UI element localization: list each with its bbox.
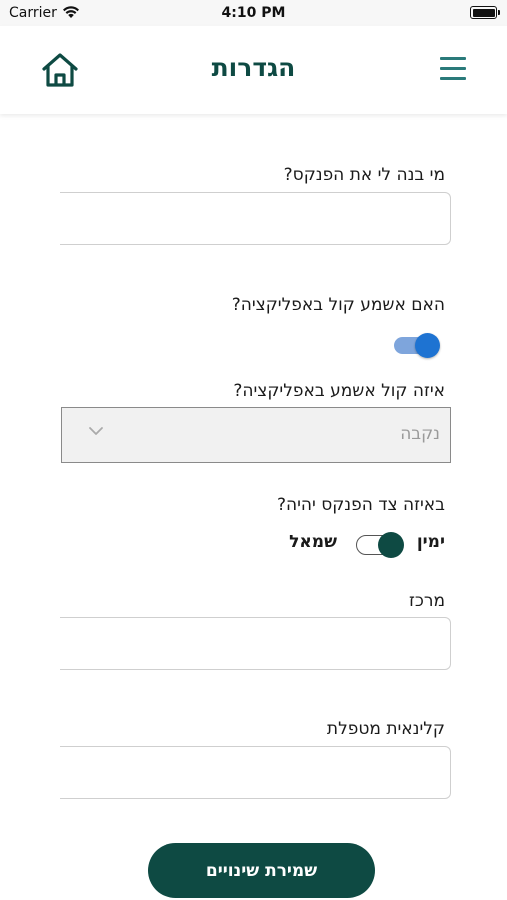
voice-select[interactable]: נקבה <box>61 407 451 463</box>
builder-input[interactable] <box>60 193 450 244</box>
side-toggle[interactable] <box>356 532 404 558</box>
clinician-field[interactable] <box>60 746 451 799</box>
sound-label: האם אשמע קול באפליקציה? <box>231 295 445 315</box>
status-time: 4:10 PM <box>221 5 286 21</box>
side-option-left[interactable]: שמאל <box>289 532 337 552</box>
app-header: הגדרות <box>0 26 507 114</box>
hamburger-menu-icon <box>440 57 466 60</box>
chevron-down-icon <box>89 427 103 435</box>
toggle-thumb <box>415 333 440 358</box>
side-label: באיזה צד הפנקס יהיה? <box>276 495 445 515</box>
toggle-thumb <box>378 532 404 558</box>
center-input[interactable] <box>60 618 450 669</box>
center-field[interactable] <box>60 617 451 670</box>
center-label: מרכז <box>408 591 445 611</box>
clinician-label: קלינאית מטפלת <box>326 719 445 739</box>
sound-toggle[interactable] <box>394 333 440 358</box>
side-option-right[interactable]: ימין <box>417 532 445 552</box>
menu-button[interactable] <box>436 53 470 83</box>
hamburger-line <box>440 67 466 70</box>
hamburger-line <box>440 77 466 80</box>
voice-selected-value: נקבה <box>400 424 440 444</box>
clinician-input[interactable] <box>60 747 450 798</box>
save-changes-button[interactable]: שמירת שינויים <box>148 843 375 898</box>
builder-label: מי בנה לי את הפנקס? <box>283 165 445 185</box>
battery-icon <box>470 6 500 19</box>
builder-field[interactable] <box>60 192 451 245</box>
page-title: הגדרות <box>211 53 296 82</box>
voice-label: איזה קול אשמע באפליקציה? <box>233 381 445 401</box>
status-bar: Carrier 4:10 PM <box>0 0 507 26</box>
